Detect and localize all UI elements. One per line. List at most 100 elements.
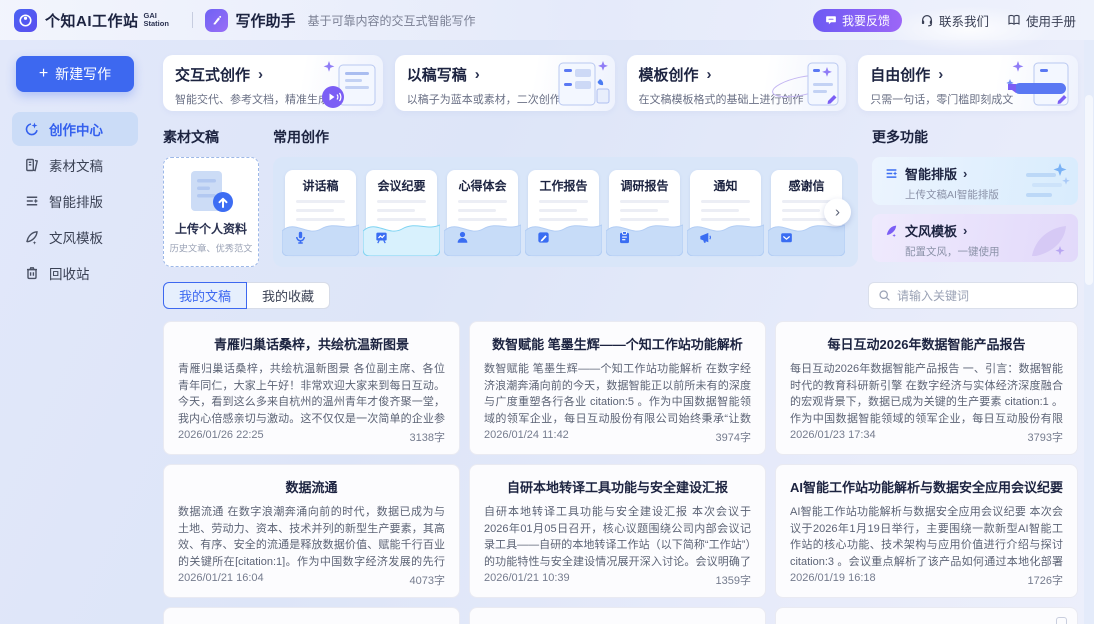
document-word-count: 1726字 [1028, 572, 1063, 588]
document-card[interactable]: 数据流通 数据流通 在数字浪潮奔涌向前的时代，数据已成为与土地、劳动力、资本、技… [163, 464, 460, 598]
document-title: AI智能工作站功能解析与数据安全应用会议纪要 [790, 477, 1063, 496]
more-func-title: 智能排版 [905, 164, 957, 183]
smart-layout-icon [884, 166, 899, 181]
user-manual-label: 使用手册 [1026, 11, 1076, 30]
document-card[interactable]: 每日互动2026年数据智能产品报告 每日互动2026年数据智能产品报告 一、引言… [775, 321, 1078, 455]
document-excerpt: 自研本地转译工具功能与安全建设汇报 本次会议于2026年01月05日召开，核心议… [484, 504, 751, 567]
document-card[interactable]: 青雁归巢话桑梓，共绘杭温新图景 青雁归巢话桑梓，共绘杭温新图景 各位副主席、各位… [163, 321, 460, 455]
sidebar-item-recycle-bin[interactable]: 回收站 [12, 256, 138, 290]
material-docs-icon [24, 157, 40, 173]
feedback-label: 我要反馈 [842, 12, 890, 29]
document-date: 2026/01/24 11:42 [484, 429, 569, 445]
creation-type-notice[interactable]: 通知 [690, 170, 761, 254]
document-title: 青雁归巢话桑梓，共绘杭温新图景 [178, 334, 445, 353]
feature-title: 交互式创作 [175, 64, 250, 85]
document-title: 每日互动2026年数据智能产品报告 [790, 334, 1063, 353]
upload-material-card[interactable]: 上传个人资料 历史文章、优秀范文 [163, 157, 259, 267]
document-date: 2026/01/26 22:25 [178, 429, 264, 445]
feature-title: 以稿写稿 [407, 64, 467, 85]
creation-scroll-next-button[interactable]: › [824, 199, 851, 226]
scrollbar-thumb[interactable] [1085, 95, 1093, 285]
material-section-title: 素材文稿 [163, 127, 259, 147]
more-func-smart-layout-card[interactable]: 智能排版 › 上传文稿AI智能排版 [872, 157, 1078, 205]
document-corner-icon [1056, 617, 1067, 624]
main-content: 交互式创作› 智能交代、参考文档，精准生成... 以稿写稿› 以稿子为蓝本或素材… [150, 40, 1094, 624]
document-title: 自研本地转译工具功能与安全建设汇报 [484, 477, 751, 496]
chevron-right-icon: › [475, 66, 480, 83]
sidebar-item-smart-layout[interactable]: 智能排版 [12, 184, 138, 218]
sidebar-item-style-template[interactable]: 文风模板 [12, 220, 138, 254]
style-template-icon [24, 229, 40, 245]
chevron-right-icon: › [938, 66, 943, 83]
smart-layout-illustration [1022, 161, 1072, 203]
search-input[interactable] [897, 289, 1068, 303]
chevron-right-icon: › [707, 66, 712, 83]
write-from-draft-illustration [545, 59, 611, 109]
document-word-count: 3974字 [716, 429, 751, 445]
document-word-count: 3138字 [410, 429, 445, 445]
smart-layout-icon [24, 193, 40, 209]
more-func-style-template-card[interactable]: 文风模板 › 配置文风，一键使用 [872, 214, 1078, 262]
mail-icon [779, 230, 794, 245]
document-word-count: 4073字 [410, 572, 445, 588]
app-tagline: 基于可靠内容的交互式智能写作 [308, 12, 476, 29]
creation-type-label: 讲话稿 [285, 177, 356, 194]
creation-center-icon [24, 121, 40, 137]
scrollbar[interactable] [1084, 40, 1094, 624]
interactive-creation-illustration [313, 59, 379, 109]
search-icon [878, 289, 891, 302]
document-card[interactable] [775, 607, 1078, 624]
sidebar-item-material-docs[interactable]: 素材文稿 [12, 148, 138, 182]
feature-card-template-creation[interactable]: 模板创作› 在文稿模板格式的基础上进行创作 [627, 55, 847, 111]
feature-card-interactive-creation[interactable]: 交互式创作› 智能交代、参考文档，精准生成... [163, 55, 383, 111]
feedback-button[interactable]: 我要反馈 [813, 9, 902, 32]
more-func-title: 文风模板 [905, 221, 957, 240]
new-writing-button[interactable]: + 新建写作 [16, 56, 134, 92]
feature-title: 模板创作 [639, 64, 699, 85]
sidebar-item-label: 智能排版 [49, 191, 103, 211]
tab-my-favorites[interactable]: 我的收藏 [247, 282, 330, 309]
writing-assistant-icon [205, 9, 228, 32]
chevron-right-icon: › [835, 204, 840, 221]
presentation-icon [374, 230, 389, 245]
creation-type-speech[interactable]: 讲话稿 [285, 170, 356, 254]
contact-us-link[interactable]: 联系我们 [920, 11, 989, 30]
document-title: 数智赋能 笔墨生辉——个知工作站功能解析 [484, 334, 751, 353]
document-card[interactable]: AI智能工作站功能解析与数据安全应用会议纪要 AI智能工作站功能解析与数据安全应… [775, 464, 1078, 598]
app-name: 写作助手 [236, 10, 296, 31]
document-excerpt: 青雁归巢话桑梓，共绘杭温新图景 各位副主席、各位青年同仁，大家上午好！非常欢迎大… [178, 361, 445, 424]
feature-card-free-creation[interactable]: 自由创作› 只需一句话，零门槛即刻成文 [858, 55, 1078, 111]
creation-type-work-report[interactable]: 工作报告 [528, 170, 599, 254]
style-template-icon [884, 223, 899, 238]
brand-logo-icon [14, 9, 37, 32]
tab-my-documents[interactable]: 我的文稿 [163, 282, 247, 309]
sidebar-item-label: 文风模板 [49, 227, 103, 247]
upload-illustration [184, 169, 238, 217]
document-tabs: 我的文稿 我的收藏 [163, 282, 330, 309]
document-excerpt: AI智能工作站功能解析与数据安全应用会议纪要 本次会议于2026年1月19日举行… [790, 504, 1063, 567]
creation-type-meeting-minutes[interactable]: 会议纪要 [366, 170, 437, 254]
creation-type-research-report[interactable]: 调研报告 [609, 170, 680, 254]
upload-subtitle: 历史文章、优秀范文 [170, 241, 253, 255]
creation-type-label: 调研报告 [609, 177, 680, 194]
document-card[interactable]: 数智赋能 笔墨生辉——个知工作站功能解析 数智赋能 笔墨生辉——个知工作站功能解… [469, 321, 766, 455]
user-manual-link[interactable]: 使用手册 [1007, 11, 1076, 30]
microphone-icon [293, 230, 308, 245]
document-date: 2026/01/19 16:18 [790, 572, 876, 588]
chat-bubble-icon [825, 14, 837, 26]
feature-card-write-from-draft[interactable]: 以稿写稿› 以稿子为蓝本或素材，二次创作 [395, 55, 615, 111]
creation-type-label: 感谢信 [771, 177, 842, 194]
creation-type-label: 会议纪要 [366, 177, 437, 194]
sidebar-item-label: 创作中心 [49, 119, 103, 139]
creation-type-reflections[interactable]: 心得体会 [447, 170, 518, 254]
chevron-right-icon: › [963, 223, 967, 238]
document-grid: 青雁归巢话桑梓，共绘杭温新图景 青雁归巢话桑梓，共绘杭温新图景 各位副主席、各位… [163, 321, 1078, 624]
creation-type-label: 工作报告 [528, 177, 599, 194]
document-date: 2026/01/21 16:04 [178, 572, 264, 588]
plus-icon: + [39, 65, 48, 83]
document-card[interactable] [469, 607, 766, 624]
document-card[interactable]: 自研本地转译工具功能与安全建设汇报 自研本地转译工具功能与安全建设汇报 本次会议… [469, 464, 766, 598]
sidebar-item-creation-center[interactable]: 创作中心 [12, 112, 138, 146]
sidebar-item-label: 素材文稿 [49, 155, 103, 175]
document-card[interactable] [163, 607, 460, 624]
